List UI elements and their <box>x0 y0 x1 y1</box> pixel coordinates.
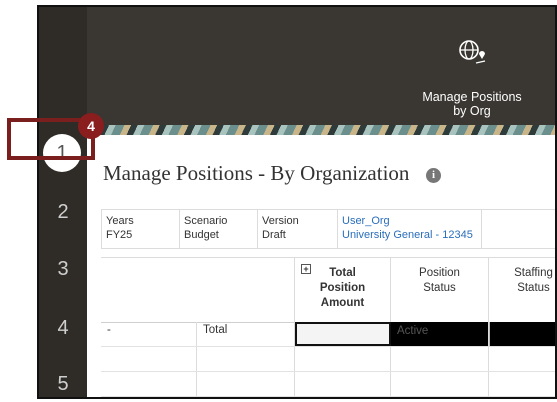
globe-location-icon <box>459 40 486 64</box>
nav-tile-label-line2: by Org <box>453 104 491 118</box>
rail-item-4[interactable]: 4 <box>39 317 87 340</box>
pov-version[interactable]: Version Draft <box>258 210 338 248</box>
col-header-position-status[interactable]: Position Status <box>391 258 489 322</box>
table-row <box>101 372 555 397</box>
rail-item-5[interactable]: 5 <box>39 373 87 396</box>
app-frame: 1 2 3 4 5 Manage Positions by Org Manage… <box>37 5 557 399</box>
expand-icon[interactable]: + <box>301 264 311 274</box>
info-icon[interactable]: i <box>426 168 441 183</box>
row-dash-cell: - <box>101 322 197 346</box>
rail-item-3[interactable]: 3 <box>39 258 87 281</box>
pov-scenario[interactable]: Scenario Budget <box>180 210 258 248</box>
table-row: - Total Active <box>101 322 555 347</box>
data-grid: + Total Position Amount Position Status … <box>101 257 555 397</box>
row-total-label: Total <box>197 322 295 346</box>
nav-tile-manage-positions[interactable]: Manage Positions by Org <box>407 35 537 118</box>
decorative-banner-strip <box>87 125 555 135</box>
row-header-corner <box>101 258 295 322</box>
grid-header-row: + Total Position Amount Position Status … <box>101 257 555 323</box>
main-content: Manage Positions - By Organization i Yea… <box>87 135 555 397</box>
col-header-total-position-amount[interactable]: + Total Position Amount <box>295 258 391 322</box>
table-row <box>101 347 555 372</box>
nav-tile-label-line1: Manage Positions <box>422 90 522 104</box>
pov-bar: Years FY25 Scenario Budget Version Draft… <box>101 209 555 249</box>
table-row <box>101 397 555 399</box>
selected-cell-total-amount[interactable] <box>295 322 391 346</box>
header-bar: Manage Positions by Org <box>87 7 555 125</box>
cell-position-status[interactable]: Active <box>391 322 489 346</box>
cell-staffing-status[interactable] <box>489 322 555 346</box>
step-badge: 4 <box>78 113 104 139</box>
page-title: Manage Positions - By Organization <box>103 161 410 185</box>
pov-years[interactable]: Years FY25 <box>102 210 180 248</box>
step-rail: 1 2 3 4 5 <box>39 7 87 397</box>
pov-user-org[interactable]: User_Org University General - 12345 <box>338 210 482 248</box>
rail-item-2[interactable]: 2 <box>39 201 87 224</box>
col-header-staffing-status[interactable]: Staffing Status <box>489 258 555 322</box>
